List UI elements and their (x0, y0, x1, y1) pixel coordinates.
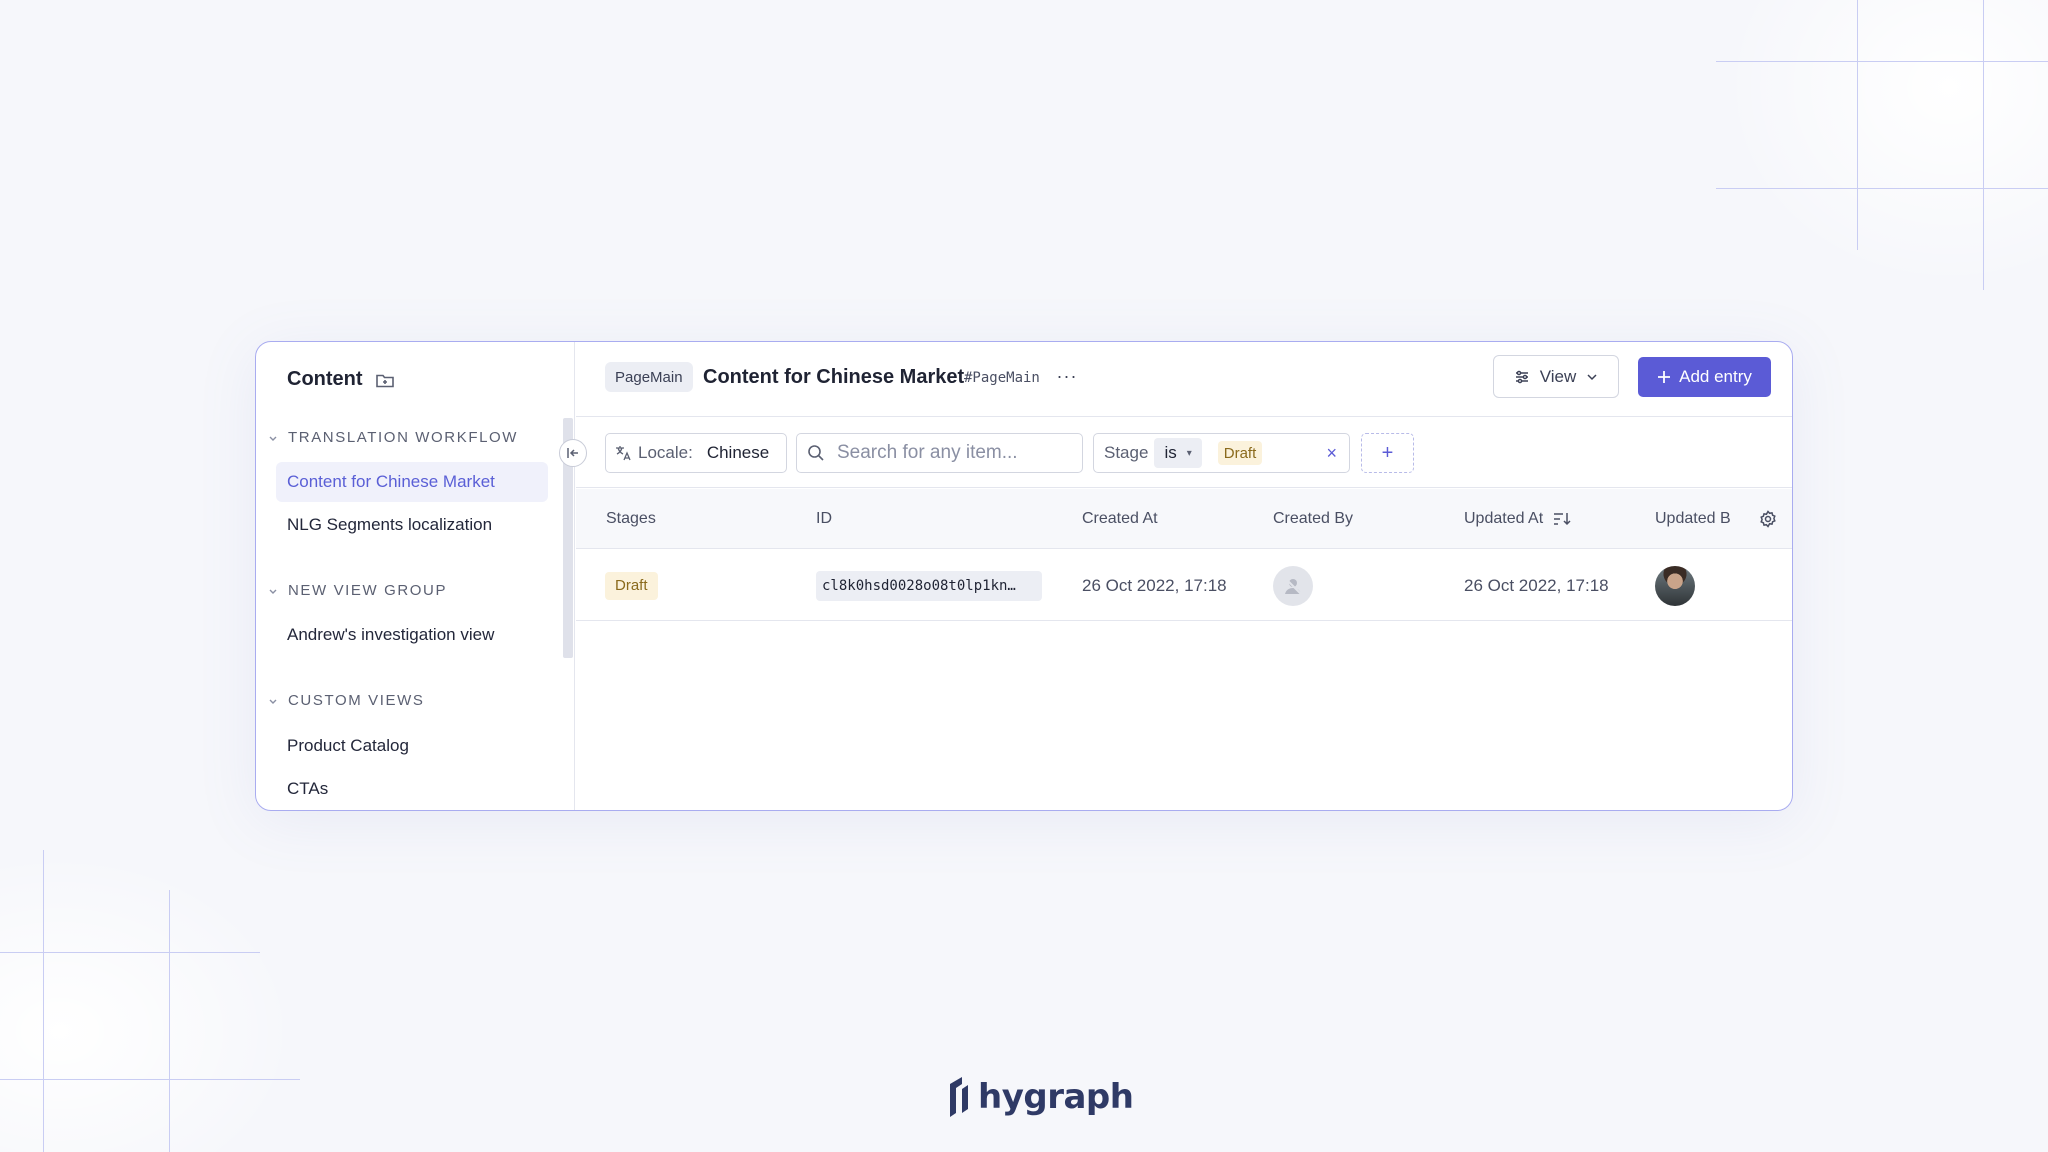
stage-filter[interactable]: Stage is ▾ Draft × (1093, 433, 1350, 473)
search-field[interactable] (796, 433, 1083, 473)
sort-descending-icon[interactable] (1553, 511, 1571, 527)
cell-stage: Draft (605, 550, 658, 621)
locale-label: Locale: (638, 443, 693, 462)
grid-line (43, 850, 44, 1152)
cell-id: cl8k0hsd0028o08t0lp1kn… (816, 550, 1042, 621)
grid-line (169, 890, 170, 1152)
avatar[interactable] (1655, 565, 1695, 606)
background-glow (1720, 0, 2048, 290)
entries-header: PageMain Content for Chinese Market #Pag… (576, 342, 1792, 417)
locale-value: Chinese (706, 443, 770, 462)
model-tag: PageMain (605, 362, 693, 392)
cell-updated-at: 26 Oct 2022, 17:18 (1464, 550, 1609, 621)
plus-icon (1658, 371, 1671, 383)
translate-icon (616, 446, 631, 461)
stage-filter-value: Draft (1217, 441, 1263, 465)
column-header-id[interactable]: ID (816, 489, 832, 549)
column-header-updated-by[interactable]: Updated B (1655, 489, 1731, 549)
grid-line (1857, 0, 1858, 250)
status-badge: Draft (605, 571, 658, 600)
clear-filter-icon[interactable]: × (1326, 443, 1337, 464)
view-button[interactable]: View (1493, 355, 1619, 398)
stage-operator-value: is (1164, 443, 1177, 462)
sliders-icon (1515, 370, 1528, 383)
content-window: Content TRANSLATION WORKFLOW Content for… (255, 341, 1793, 811)
folder-add-icon[interactable] (375, 370, 395, 390)
stage-filter-label: Stage (1104, 443, 1149, 462)
user-deleted-icon (1284, 576, 1302, 595)
grid-line (0, 1079, 300, 1080)
column-header-created-at[interactable]: Created At (1082, 489, 1158, 549)
stage-operator-select[interactable]: is ▾ (1154, 438, 1202, 468)
column-header-stages[interactable]: Stages (606, 489, 656, 549)
sidebar-item-product-catalog[interactable]: Product Catalog (276, 726, 548, 766)
column-label: Updated At (1464, 510, 1544, 527)
entry-id[interactable]: cl8k0hsd0028o08t0lp1kn… (816, 570, 1042, 601)
column-label: Stages (606, 510, 656, 527)
grid-line (1716, 188, 2048, 189)
search-icon (808, 445, 824, 461)
sidebar-item-nlg-segments-localization[interactable]: NLG Segments localization (276, 505, 548, 545)
hygraph-mark-icon (950, 1077, 968, 1117)
add-filter-button[interactable]: + (1361, 433, 1414, 473)
created-at-value: 26 Oct 2022, 17:18 (1082, 575, 1227, 595)
cell-updated-by (1655, 550, 1695, 621)
column-label: Created By (1273, 510, 1354, 527)
column-label: Created At (1082, 510, 1158, 527)
locale-selector[interactable]: Locale: Chinese (605, 433, 787, 473)
search-input[interactable] (837, 442, 1057, 464)
sidebar-group-translation-workflow[interactable]: TRANSLATION WORKFLOW (268, 429, 518, 446)
sidebar-group-label: CUSTOM VIEWS (288, 692, 425, 709)
add-entry-button[interactable]: Add entry (1638, 357, 1771, 397)
sidebar-item-ctas[interactable]: CTAs (276, 769, 548, 809)
gear-icon (1760, 510, 1776, 528)
view-button-label: View (1539, 366, 1577, 386)
table-row[interactable]: Draft cl8k0hsd0028o08t0lp1kn… 26 Oct 202… (576, 550, 1792, 621)
background-glow (0, 850, 300, 1152)
sidebar-group-new-view-group[interactable]: NEW VIEW GROUP (268, 582, 447, 599)
sidebar-item-andrews-investigation-view[interactable]: Andrew's investigation view (276, 615, 548, 655)
avatar-placeholder[interactable] (1273, 565, 1313, 606)
sidebar-header: Content (287, 368, 395, 391)
brand-name: hygraph (978, 1077, 1134, 1117)
filter-bar: Locale: Chinese Stage is ▾ Draft × + (576, 417, 1792, 488)
more-options-button[interactable]: ··· (1055, 364, 1079, 388)
chevron-down-icon (1587, 373, 1597, 380)
collapse-left-icon (567, 448, 578, 458)
sidebar-group-label: NEW VIEW GROUP (288, 582, 448, 599)
hygraph-logo: hygraph (944, 1074, 1134, 1120)
add-entry-label: Add entry (1679, 367, 1752, 386)
grid-line (1983, 0, 1984, 290)
sidebar-item-content-for-chinese-market[interactable]: Content for Chinese Market (276, 462, 548, 502)
sidebar-group-label: TRANSLATION WORKFLOW (288, 429, 519, 446)
sidebar-title: Content (287, 368, 363, 390)
cell-created-at: 26 Oct 2022, 17:18 (1082, 550, 1227, 621)
cell-created-by (1273, 550, 1313, 621)
caret-down-icon (269, 436, 277, 441)
caret-down-icon (269, 699, 277, 704)
column-settings-button[interactable] (1759, 489, 1777, 549)
table-header: Stages ID Created At Created By Updated … (576, 489, 1792, 549)
updated-at-value: 26 Oct 2022, 17:18 (1464, 575, 1609, 595)
column-header-updated-at[interactable]: Updated At (1464, 489, 1571, 549)
api-id: #PageMain (964, 370, 1040, 386)
collapse-sidebar-button[interactable] (559, 439, 587, 467)
column-label: ID (816, 510, 832, 527)
column-label: Updated B (1655, 510, 1731, 527)
sidebar-item-label: Content for Chinese Market (287, 472, 495, 491)
sidebar-item-label: NLG Segments localization (287, 515, 493, 534)
caret-down-icon: ▾ (1186, 447, 1192, 459)
page-title: Content for Chinese Market (703, 366, 965, 388)
sidebar-item-label: CTAs (287, 779, 329, 798)
entries-panel: PageMain Content for Chinese Market #Pag… (576, 342, 1792, 810)
grid-line (0, 952, 260, 953)
column-header-created-by[interactable]: Created By (1273, 489, 1353, 549)
caret-down-icon (269, 589, 277, 594)
sidebar-group-custom-views[interactable]: CUSTOM VIEWS (268, 692, 424, 709)
content-sidebar: Content TRANSLATION WORKFLOW Content for… (256, 342, 575, 810)
sidebar-item-label: Andrew's investigation view (287, 625, 495, 644)
sidebar-item-label: Product Catalog (287, 736, 409, 755)
grid-line (1716, 61, 2048, 62)
